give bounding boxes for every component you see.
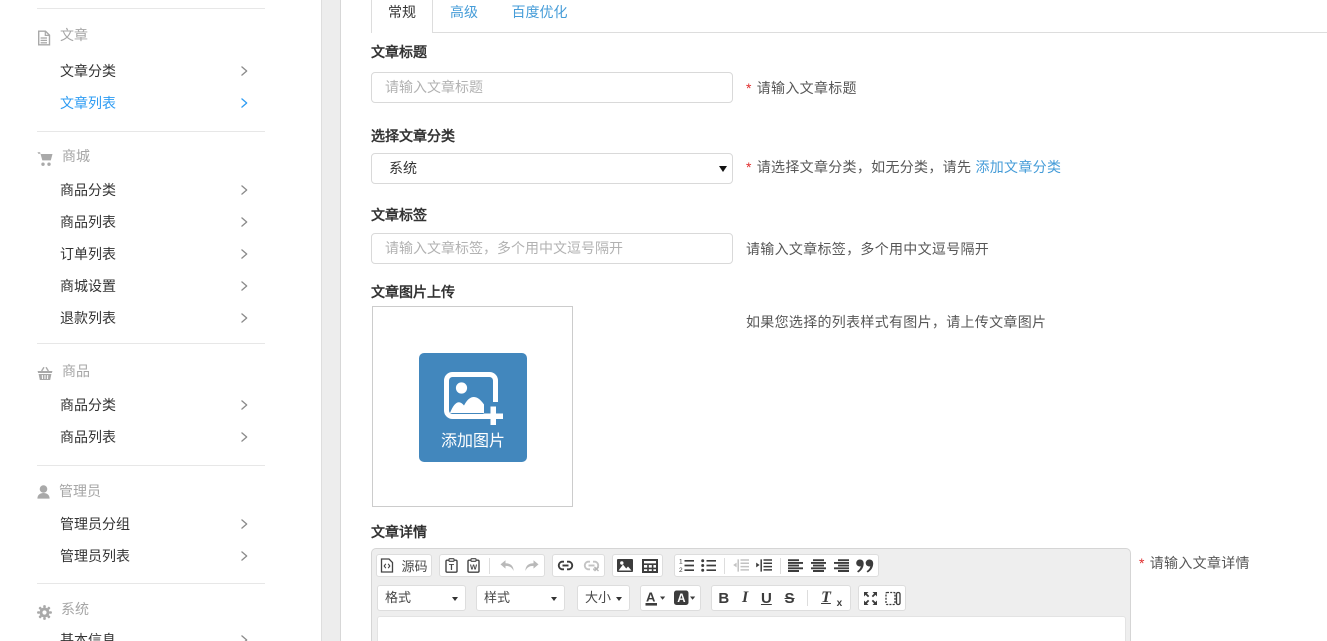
svg-text:A: A	[677, 593, 685, 605]
svg-text:A: A	[646, 590, 656, 605]
svg-text:2: 2	[679, 567, 683, 572]
svg-text:1: 1	[679, 559, 683, 566]
svg-text:T: T	[448, 562, 454, 572]
svg-text:W: W	[469, 563, 477, 572]
